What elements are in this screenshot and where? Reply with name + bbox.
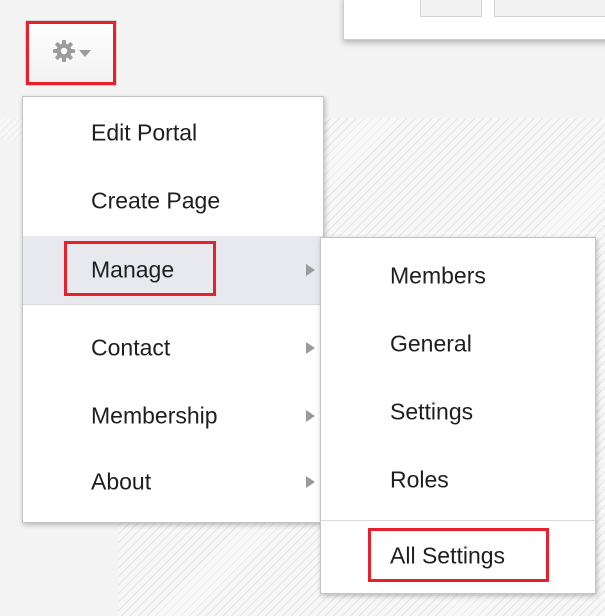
chevron-down-icon bbox=[79, 50, 91, 57]
portal-actions-menu: Edit Portal Create Page Manage Contact M… bbox=[22, 96, 324, 523]
menu-divider bbox=[321, 520, 595, 521]
menu-item-edit-portal[interactable]: Edit Portal bbox=[23, 99, 323, 167]
submenu-item-label: General bbox=[390, 330, 472, 357]
dialog-fragment bbox=[343, 0, 605, 40]
menu-item-label: Edit Portal bbox=[91, 119, 198, 146]
menu-item-about[interactable]: About bbox=[23, 448, 323, 516]
submenu-arrow-icon bbox=[306, 476, 315, 488]
submenu-item-roles[interactable]: Roles bbox=[321, 446, 595, 514]
submenu-arrow-icon bbox=[306, 342, 315, 354]
submenu-item-label: Members bbox=[390, 262, 486, 289]
settings-menu-button[interactable] bbox=[25, 20, 117, 86]
submenu-item-all-settings[interactable]: All Settings bbox=[321, 522, 595, 590]
submenu-item-general[interactable]: General bbox=[321, 310, 595, 378]
menu-item-manage[interactable]: Manage bbox=[23, 236, 323, 304]
submenu-arrow-icon bbox=[306, 410, 315, 422]
submenu-item-settings[interactable]: Settings bbox=[321, 378, 595, 446]
background-pattern bbox=[0, 118, 22, 140]
menu-item-contact[interactable]: Contact bbox=[23, 314, 323, 382]
submenu-item-label: Roles bbox=[390, 466, 449, 493]
menu-item-create-page[interactable]: Create Page bbox=[23, 167, 323, 235]
menu-item-label: Manage bbox=[91, 256, 175, 283]
gear-icon bbox=[53, 40, 75, 62]
submenu-arrow-icon bbox=[306, 264, 315, 276]
manage-submenu: Members General Settings Roles All Setti… bbox=[320, 237, 596, 594]
menu-item-membership[interactable]: Membership bbox=[23, 382, 323, 450]
menu-item-label: Membership bbox=[91, 402, 218, 429]
dialog-button[interactable] bbox=[420, 0, 482, 17]
menu-item-label: Contact bbox=[91, 334, 171, 361]
menu-divider bbox=[23, 304, 323, 305]
submenu-item-label: Settings bbox=[390, 398, 474, 425]
submenu-item-label: All Settings bbox=[390, 542, 506, 569]
dialog-button[interactable] bbox=[494, 0, 605, 17]
menu-item-label: Create Page bbox=[91, 187, 221, 214]
submenu-item-members[interactable]: Members bbox=[321, 242, 595, 310]
menu-item-label: About bbox=[91, 468, 152, 495]
